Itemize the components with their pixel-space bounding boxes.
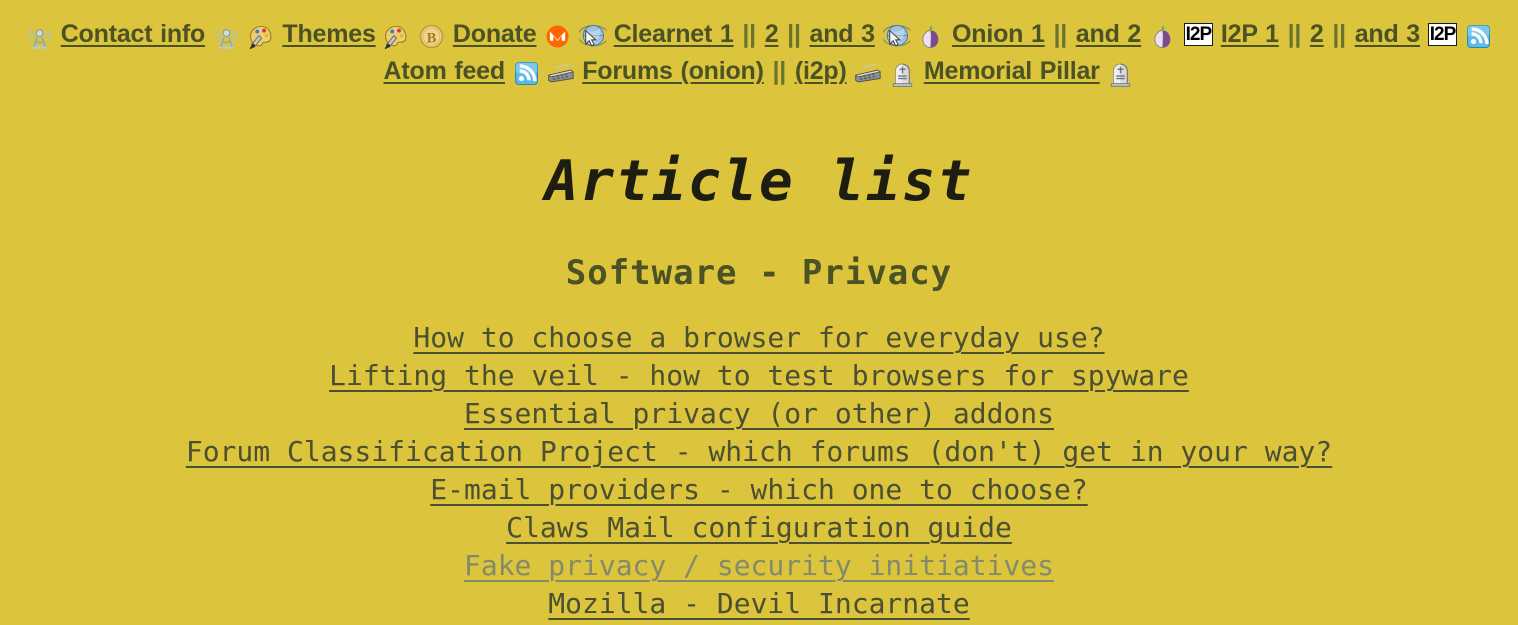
nav-separator: || [1053,20,1068,48]
article-link[interactable]: E-mail providers - which one to choose? [430,473,1087,506]
globe-cursor-icon [882,24,910,50]
page-subtitle: Software - Privacy [565,253,953,293]
i2p-badge-icon: I2P [1183,23,1214,46]
globe-cursor-icon [578,24,606,50]
article-list-item: Claws Mail configuration guide [0,511,1518,549]
onion-2-link[interactable]: and 2 [1076,20,1141,48]
i2p-badge-icon: I2P [1427,23,1458,46]
onion-icon [917,24,944,50]
article-link[interactable]: Lifting the veil - how to test browsers … [329,359,1189,392]
clearnet-3-link[interactable]: and 3 [810,20,875,48]
article-link[interactable]: Fake privacy / security initiatives [464,549,1054,582]
keyboard-icon [854,61,882,87]
donate-link[interactable]: Donate [453,20,537,48]
themes-link[interactable]: Themes [282,20,375,48]
nav-separator: || [772,57,787,85]
article-list: How to choose a browser for everyday use… [0,293,1518,625]
i2p-3-link[interactable]: and 3 [1355,20,1420,48]
article-link[interactable]: How to choose a browser for everyday use… [413,321,1104,354]
article-link[interactable]: Claws Mail configuration guide [506,511,1012,544]
article-list-item: Essential privacy (or other) addons [0,397,1518,435]
atom-feed-link[interactable]: Atom feed [384,57,506,85]
svg-text:B: B [427,30,437,46]
tombstone-icon [889,61,916,87]
article-list-item: Mozilla - Devil Incarnate [0,587,1518,625]
article-list-item: Fake privacy / security initiatives [0,549,1518,587]
article-list-item: E-mail providers - which one to choose? [0,473,1518,511]
page-title: Article list [544,149,974,214]
forums-onion-link[interactable]: Forums (onion) [582,57,764,85]
memorial-pillar-link[interactable]: Memorial Pillar [924,57,1100,85]
article-link[interactable]: Essential privacy (or other) addons [464,397,1054,430]
bitcoin-icon: B [418,24,445,50]
nav-separator: || [742,20,756,48]
i2p-1-link[interactable]: I2P 1 [1221,20,1279,48]
article-link[interactable]: Forum Classification Project - which for… [186,435,1332,468]
rss-icon [1465,24,1492,50]
clearnet-1-link[interactable]: Clearnet 1 [614,20,734,48]
nav-separator: || [787,20,801,48]
onion-icon [1149,24,1176,50]
article-list-item: Lifting the veil - how to test browsers … [0,359,1518,397]
forums-i2p-link[interactable]: (i2p) [795,57,847,85]
rss-icon [513,61,540,87]
article-list-item: How to choose a browser for everyday use… [0,321,1518,359]
antenna-icon [26,24,53,50]
article-list-item: Forum Classification Project - which for… [0,435,1518,473]
tombstone-icon [1107,61,1134,87]
article-link[interactable]: Mozilla - Devil Incarnate [548,587,969,620]
antenna-icon [213,24,240,50]
clearnet-2-link[interactable]: 2 [765,20,779,48]
keyboard-icon [547,61,575,87]
i2p-2-link[interactable]: 2 [1310,20,1324,48]
top-navigation-bar: Contact info Themes B Donate Clearnet 1 … [0,0,1518,91]
monero-icon [544,24,571,50]
onion-1-link[interactable]: Onion 1 [952,20,1045,48]
nav-separator: || [1332,20,1346,48]
nav-separator: || [1287,20,1302,48]
palette-icon [383,24,410,50]
palette-icon [248,24,275,50]
contact-info-link[interactable]: Contact info [61,20,206,48]
